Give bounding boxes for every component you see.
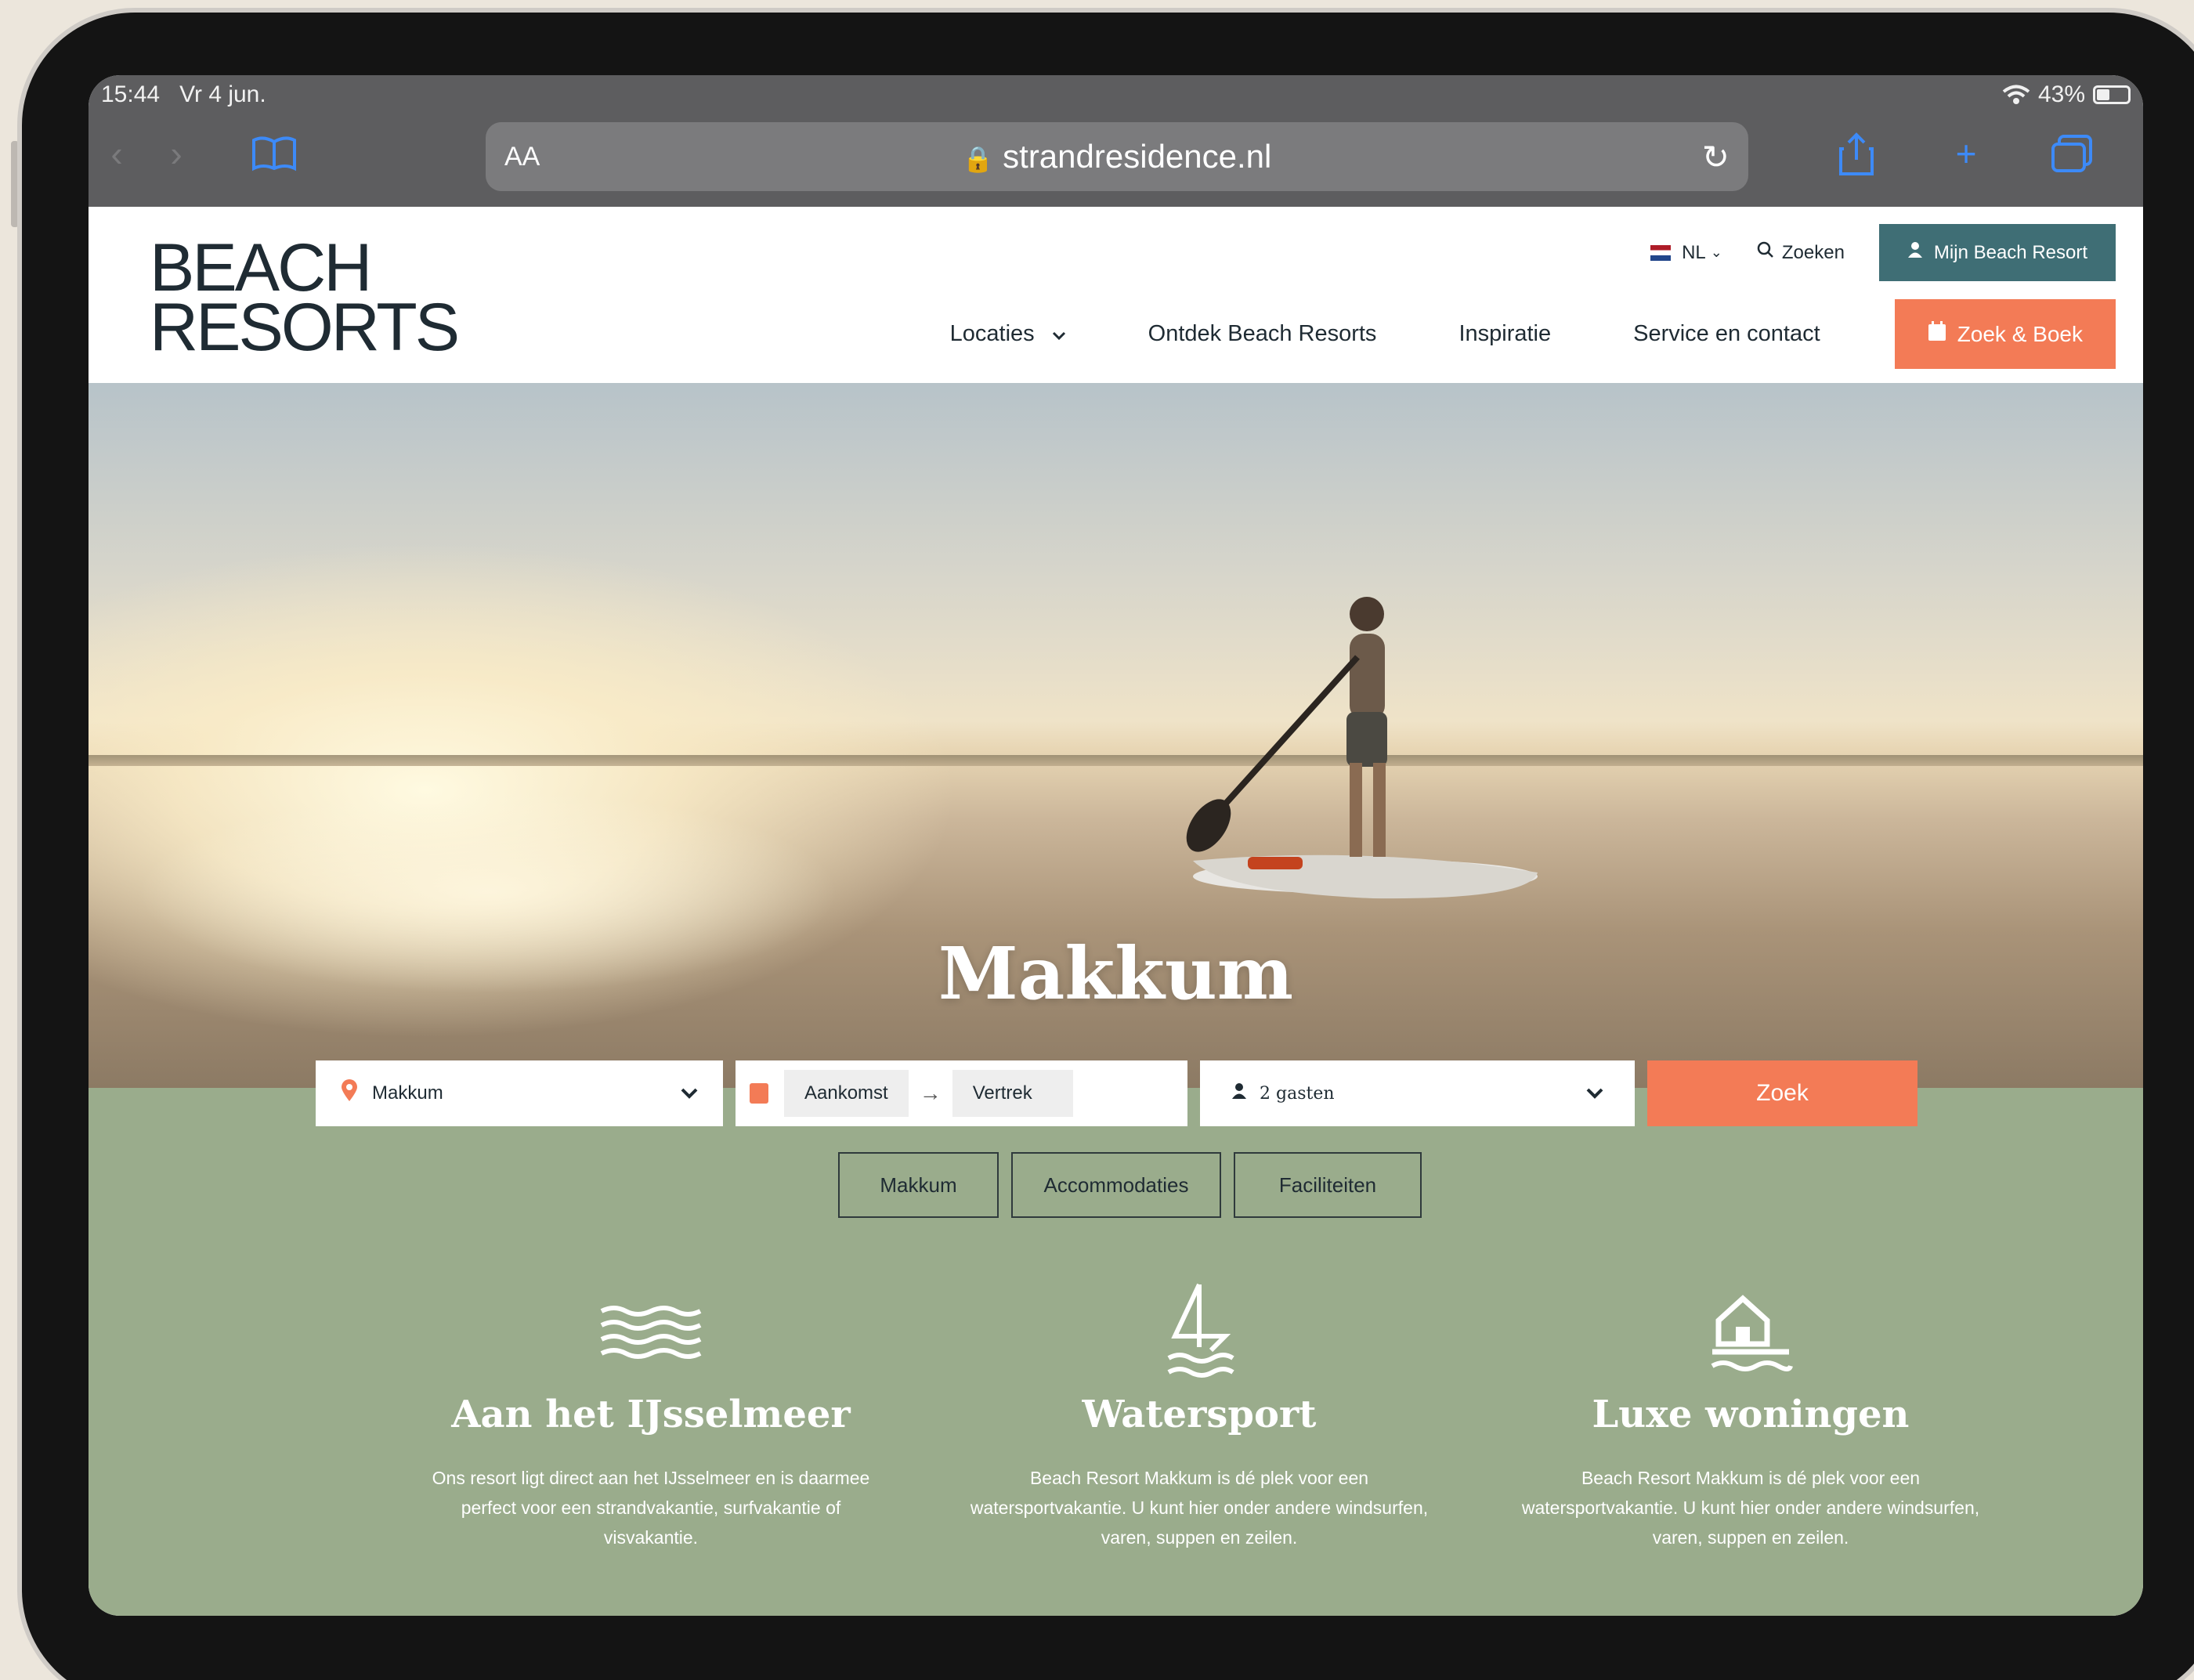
- chevron-down-icon: [1052, 321, 1066, 347]
- reload-icon[interactable]: ↻: [1702, 138, 1730, 176]
- bookmarks-icon[interactable]: [249, 132, 299, 175]
- chevron-down-icon: [681, 1082, 698, 1104]
- back-icon[interactable]: ‹: [92, 132, 142, 175]
- nav-item-locaties[interactable]: Locaties: [950, 321, 1066, 347]
- reader-text-size-button[interactable]: AA: [504, 142, 540, 172]
- nav-item-ontdek[interactable]: Ontdek Beach Resorts: [1148, 321, 1377, 347]
- address-bar[interactable]: AA 🔒 strandresidence.nl ↻: [486, 122, 1748, 191]
- calendar-icon: [1928, 321, 1946, 347]
- tablet-screen: 15:44 Vr 4 jun. 43% ‹ › AA 🔒 strandresid…: [89, 75, 2143, 1616]
- status-indicators: 43%: [2002, 81, 2131, 108]
- feature-text: Beach Resort Makkum is dé plek voor een …: [970, 1468, 1429, 1548]
- user-icon: [1231, 1082, 1247, 1104]
- booking-search-bar: Makkum Aankomst → Vertrek 2 gasten Zoek: [316, 1060, 1917, 1126]
- lock-icon: 🔒: [962, 145, 994, 173]
- status-time: 15:44: [101, 81, 161, 107]
- search-and-book-button[interactable]: Zoek & Boek: [1894, 299, 2116, 369]
- logo-line-1: BEACH: [150, 230, 372, 305]
- forward-icon[interactable]: ›: [151, 132, 201, 175]
- search-link[interactable]: Zoeken: [1757, 241, 1845, 264]
- new-tab-icon[interactable]: +: [1941, 132, 1991, 175]
- wifi-icon: [2002, 85, 2030, 104]
- url-field[interactable]: 🔒 strandresidence.nl: [486, 138, 1748, 175]
- netherlands-flag-icon: [1650, 244, 1672, 261]
- tabs-overview-icon[interactable]: [2047, 132, 2097, 175]
- waves-icon: [416, 1281, 886, 1383]
- search-and-book-label: Zoek & Boek: [1957, 321, 2083, 346]
- location-select[interactable]: Makkum: [316, 1060, 723, 1126]
- language-selector[interactable]: NL ⌄: [1650, 242, 1722, 264]
- feature-title: Luxe woningen: [1592, 1393, 1910, 1436]
- url-text: strandresidence.nl: [1003, 138, 1272, 175]
- language-label: NL: [1682, 241, 1706, 263]
- house-icon: [1516, 1281, 1986, 1383]
- paddleboarder-illustration: [1186, 597, 1538, 899]
- search-submit-button[interactable]: Zoek: [1647, 1060, 1917, 1126]
- feature-text: Ons resort ligt direct aan het IJsselmee…: [432, 1468, 870, 1548]
- main-navigation: Locaties Ontdek Beach Resorts Inspiratie…: [950, 299, 2116, 369]
- site-header: BEACH RESORTS NL ⌄ Zoeken Mijn Beach Res…: [89, 207, 2143, 383]
- feature-luxe-woningen: Luxe woningen Beach Resort Makkum is dé …: [1516, 1281, 1986, 1552]
- guests-select[interactable]: 2 gasten: [1200, 1060, 1635, 1126]
- feature-title: Watersport: [1082, 1393, 1317, 1436]
- tab-accommodaties[interactable]: Accommodaties: [1011, 1152, 1221, 1218]
- guests-value: 2 gasten: [1260, 1083, 1335, 1104]
- battery-percent: 43%: [2037, 81, 2085, 107]
- browser-toolbar: 15:44 Vr 4 jun. 43% ‹ › AA 🔒 strandresid…: [89, 75, 2143, 207]
- hero-title: Makkum: [938, 931, 1294, 1016]
- tab-makkum[interactable]: Makkum: [838, 1152, 999, 1218]
- nav-item-inspiratie[interactable]: Inspiratie: [1458, 321, 1551, 347]
- search-icon: [1757, 241, 1774, 264]
- calendar-icon: [750, 1083, 768, 1104]
- my-account-button[interactable]: Mijn Beach Resort: [1878, 224, 2116, 281]
- header-utilities: NL ⌄ Zoeken Mijn Beach Resort: [1650, 224, 2116, 281]
- chevron-down-icon: [1586, 1084, 1603, 1104]
- feature-text: Beach Resort Makkum is dé plek voor een …: [1521, 1468, 1980, 1548]
- section-tabs: Makkum Accommodaties Faciliteiten: [838, 1152, 1422, 1218]
- arrival-date-input[interactable]: Aankomst: [784, 1070, 909, 1117]
- beach-resorts-logo[interactable]: BEACH RESORTS: [150, 230, 460, 365]
- status-date: Vr 4 jun.: [179, 81, 266, 107]
- nav-label: Locaties: [949, 321, 1035, 346]
- date-range-field[interactable]: Aankomst → Vertrek: [736, 1060, 1187, 1126]
- location-value: Makkum: [372, 1082, 443, 1104]
- feature-watersport: Watersport Beach Resort Makkum is dé ple…: [964, 1281, 1434, 1552]
- location-pin-icon: [341, 1078, 358, 1108]
- nav-item-service[interactable]: Service en contact: [1633, 321, 1820, 347]
- my-account-label: Mijn Beach Resort: [1933, 241, 2087, 263]
- logo-line-2: RESORTS: [150, 290, 460, 365]
- user-icon: [1907, 241, 1923, 264]
- chevron-down-icon: ⌄: [1710, 244, 1722, 260]
- departure-date-input[interactable]: Vertrek: [952, 1070, 1073, 1117]
- battery-icon: [2093, 85, 2131, 104]
- feature-ijsselmeer: Aan het IJsselmeer Ons resort ligt direc…: [416, 1281, 886, 1552]
- status-time-date: 15:44 Vr 4 jun.: [101, 81, 266, 108]
- search-label: Zoeken: [1781, 241, 1845, 263]
- hero-image: Makkum: [89, 383, 2143, 1088]
- feature-title: Aan het IJsselmeer: [451, 1393, 851, 1436]
- share-icon[interactable]: [1831, 132, 1881, 175]
- tab-faciliteiten[interactable]: Faciliteiten: [1234, 1152, 1422, 1218]
- arrow-right-icon: →: [919, 1081, 942, 1105]
- sailboat-icon: [964, 1281, 1434, 1383]
